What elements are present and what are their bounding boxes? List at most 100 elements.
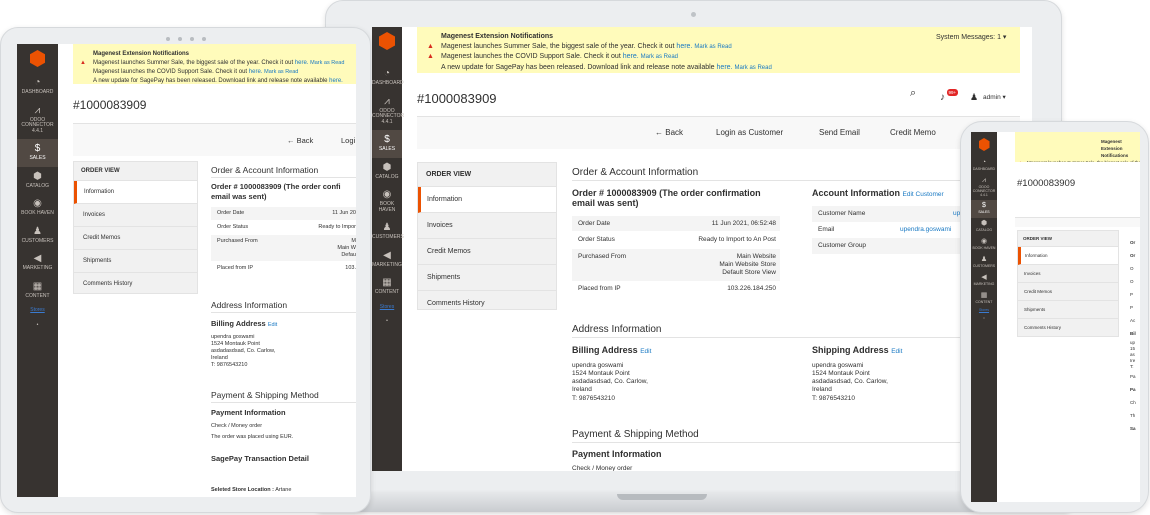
notification-link[interactable]: here. <box>295 60 309 66</box>
notification-row: ▲Magenest launches Summer Sale, the bigg… <box>1018 159 1140 162</box>
login-as-customer-button[interactable]: Login as Customer <box>716 128 783 137</box>
sidebar-item-sales[interactable]: $ SALES <box>971 200 997 219</box>
mark-as-read-link[interactable]: Mark as Read <box>734 65 771 71</box>
back-button[interactable]: ← Back <box>287 136 313 145</box>
tab-information[interactable]: Information <box>1018 247 1118 265</box>
sidebar-item-catalog[interactable]: ⬢ CATALOG <box>17 167 58 195</box>
mark-as-read-link[interactable]: Mark as Read <box>641 54 678 60</box>
sidebar-item-content[interactable]: ▦ CONTENT <box>372 273 402 301</box>
edit-billing-link[interactable]: Edit <box>640 348 651 355</box>
notification-link[interactable]: here. <box>329 78 343 84</box>
page-actions-toolbar: ← Back Login as Customer Send Email Cred… <box>417 116 1020 149</box>
tab-comments-history[interactable]: Comments History <box>74 273 197 295</box>
edit-customer-link[interactable]: Edit Customer <box>903 191 944 198</box>
sidebar-item-stores[interactable]: Stores <box>971 307 997 315</box>
notification-row: ▲Magenest launches Summer Sale, the bigg… <box>427 42 732 50</box>
sidebar-item-odoo-connector[interactable]: ⩘ ODOO CONNECTOR 4.4.1 <box>17 101 58 140</box>
sidebar-item-odoo-connector[interactable]: ⩘ ODOO CONNECTOR 4.4.1 <box>372 92 404 131</box>
sidebar-item-catalog[interactable]: ⬢ CATALOG <box>971 218 997 236</box>
tab-information[interactable]: Information <box>74 181 197 204</box>
sidebar-item-customers[interactable]: ♟ CUSTOMERS <box>17 222 58 250</box>
edit-shipping-link[interactable]: Edit <box>891 348 902 355</box>
sidebar-item-sales[interactable]: $ SALES <box>17 139 58 167</box>
sidebar-item-marketing[interactable]: ◀ MARKETING <box>17 249 58 277</box>
admin-user-menu[interactable]: admin ▾ <box>983 93 1006 101</box>
notification-link[interactable]: here. <box>676 43 692 50</box>
sidebar-item-book-haven[interactable]: ◉ BOOK HAVEN <box>17 194 58 222</box>
sidebar-dot: • <box>36 321 39 328</box>
tab-shipments[interactable]: Shipments <box>74 250 197 273</box>
tab-credit-memos[interactable]: Credit Memos <box>74 227 197 250</box>
back-button[interactable]: ← Back <box>655 128 683 137</box>
sidebar-item-stores[interactable]: Stores <box>17 304 58 319</box>
tab-shipments[interactable]: Shipments <box>418 265 556 291</box>
search-icon[interactable]: ⌕ <box>910 87 916 100</box>
billing-address-title: Billing Address Edit <box>572 345 652 355</box>
magento-logo-icon[interactable] <box>379 32 395 50</box>
address-section-title: Address Information <box>572 324 1022 338</box>
sidebar-item-customers[interactable]: ♟ CUSTOMERS <box>971 254 997 272</box>
magento-logo-icon[interactable] <box>978 138 990 151</box>
sidebar-item-book-haven[interactable]: ◉ BOOK HAVEN <box>372 185 402 218</box>
order-view-tabs: ORDER VIEW Information Invoices Credit M… <box>73 161 198 294</box>
notification-link[interactable]: here. <box>249 69 263 75</box>
connector-icon: ⩘ <box>384 95 390 107</box>
sidebar-item-customers[interactable]: ♟ CUSTOMERS <box>372 218 404 246</box>
order-view-tabs: ORDER VIEW Information Invoices Credit M… <box>1017 230 1119 337</box>
mark-as-read-link[interactable]: Mark as Read <box>694 44 731 50</box>
notification-link[interactable]: here. <box>717 64 733 71</box>
mark-as-read-link[interactable]: Mark as Read <box>264 69 298 75</box>
sidebar-item-dashboard[interactable]: ◔ DASHBOARD <box>372 64 404 92</box>
order-info-table: Order Date 11 Jun 20 Order Status Ready to… <box>211 207 356 275</box>
tab-comments-history[interactable]: Comments History <box>418 291 556 316</box>
phone-frame: ◔ DASHBOARD ⩘ ODOO CONNECTOR 4.4.1 $ SALES … <box>960 121 1149 513</box>
admin-sidebar: ◔ DASHBOARD ⩘ ODOO CONNECTOR 4.4.1 $ SALES … <box>17 44 58 497</box>
tab-credit-memos[interactable]: Credit Memos <box>418 239 556 265</box>
sidebar-dot: • <box>386 318 388 324</box>
payment-method: Check / Money order <box>211 423 263 429</box>
order-account-section-title: Order & Account Information <box>211 165 356 178</box>
sidebar-item-book-haven[interactable]: ◉ BOOK HAVEN <box>971 236 997 254</box>
sidebar-item-odoo-connector[interactable]: ⩘ ODOO CONNECTOR 4.4.1 <box>971 175 997 201</box>
edit-billing-link[interactable]: Edit <box>268 322 277 328</box>
notification-title: Magenest Extension Notifications <box>1101 139 1129 158</box>
bell-icon[interactable]: ♪ <box>940 92 945 103</box>
tab-information[interactable]: Information <box>418 187 556 213</box>
tab-invoices[interactable]: Invoices <box>418 213 556 239</box>
tab-invoices[interactable]: Invoices <box>1018 265 1118 283</box>
sidebar-item-content[interactable]: ▦ CONTENT <box>971 290 997 308</box>
sidebar-item-dashboard[interactable]: ◔ DASHBOARD <box>971 157 997 175</box>
dollar-icon: $ <box>384 134 390 145</box>
tabs-heading: ORDER VIEW <box>74 162 197 181</box>
box-icon: ⬢ <box>33 170 42 182</box>
notification-title: Magenest Extension Notifications <box>93 51 190 57</box>
billing-address-lines: upendra goswami 1524 Montauk Point asdadas… <box>211 334 276 368</box>
user-icon[interactable]: ♟ <box>970 92 978 103</box>
sidebar-item-dashboard[interactable]: ◔ DASHBOARD <box>17 73 58 101</box>
notification-link[interactable]: here. <box>623 53 639 60</box>
billing-address-lines: upendra goswami 1524 Montauk Point asdadas… <box>572 362 648 402</box>
mark-as-read-link[interactable]: Mark as Read <box>310 60 344 66</box>
tab-credit-memos[interactable]: Credit Memos <box>1018 283 1118 301</box>
login-as-customer-button[interactable]: Logi <box>341 136 355 145</box>
tab-invoices[interactable]: Invoices <box>74 204 197 227</box>
credit-memo-button[interactable]: Credit Memo <box>890 128 936 137</box>
tab-shipments[interactable]: Shipments <box>1018 301 1118 319</box>
warning-icon: ▲ <box>427 53 434 60</box>
payment-section-title: Payment & Shipping Method <box>572 429 1022 443</box>
send-email-button[interactable]: Send Email <box>819 128 860 137</box>
sidebar-item-content[interactable]: ▦ CONTENT <box>17 277 58 305</box>
sidebar-item-catalog[interactable]: ⬢ CATALOG <box>372 158 402 186</box>
notification-row: A new update for SagePay has been releas… <box>93 78 343 84</box>
system-messages-toggle[interactable]: System Messages: 1 ▾ <box>936 33 1006 43</box>
dollar-icon: $ <box>34 143 41 154</box>
table-row: Order Date 11 Jun 20 <box>211 207 356 220</box>
book-icon: ◉ <box>980 238 988 246</box>
sidebar-item-sales[interactable]: $ SALES <box>372 130 402 158</box>
tab-comments-history[interactable]: Comments History <box>1018 319 1118 336</box>
payment-method: Check / Money order <box>572 465 633 471</box>
sidebar-item-marketing[interactable]: ◀ MARKETING <box>372 246 402 274</box>
sidebar-item-marketing[interactable]: ◀ MARKETING <box>971 272 997 290</box>
magento-logo-icon[interactable] <box>30 50 45 67</box>
sidebar-item-stores[interactable]: Stores <box>372 301 402 316</box>
